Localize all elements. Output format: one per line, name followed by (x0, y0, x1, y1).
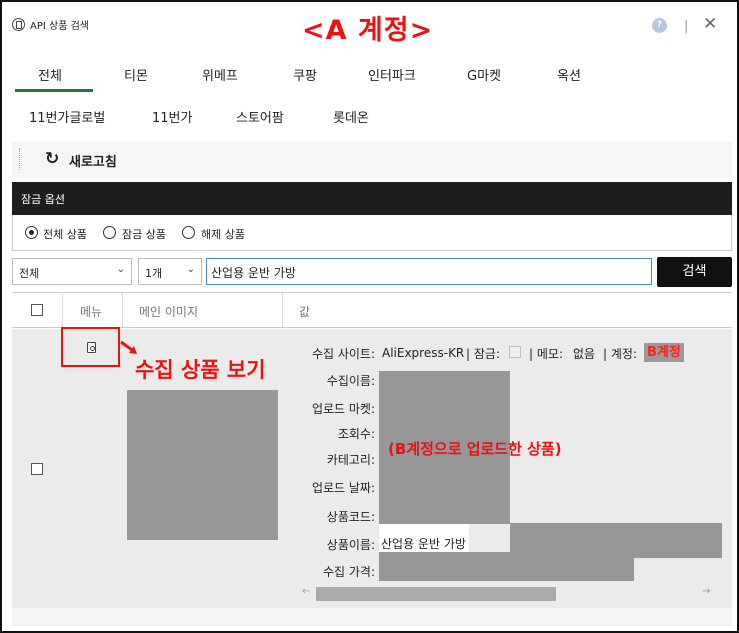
active-tab-indicator (15, 89, 93, 92)
lock-options-group: 전체 상품 잠금 상품 해제 상품 (12, 215, 732, 251)
field-value-collect-site: AliExpress-KR (382, 346, 465, 360)
memo-label: | 메모: (529, 347, 563, 361)
horizontal-scrollbar[interactable]: ← → (300, 584, 720, 604)
radio-locked-products-label[interactable]: 잠금 상품 (122, 226, 166, 242)
chevron-down-icon: ⌄ (186, 264, 195, 275)
app-logo-icon (12, 18, 25, 31)
field-label-collect-site: 수집 사이트: (311, 347, 375, 361)
titlebar-separator: | (684, 19, 689, 34)
field-label-upload-date: 업로드 날짜: (311, 481, 375, 495)
account-label: | 계정: (603, 347, 637, 361)
product-main-image (127, 390, 278, 540)
window-title: API 상품 검색 (30, 21, 89, 32)
field-label-views: 조회수: (337, 427, 375, 441)
column-divider (282, 293, 283, 327)
radio-unlocked-products[interactable] (182, 226, 195, 239)
refresh-icon[interactable]: ↻ (45, 149, 59, 169)
upload-note-annotation: (B계정으로 업로드한 상품) (388, 440, 562, 458)
lock-checkbox[interactable] (509, 346, 521, 358)
tab-11st[interactable]: 11번가 (152, 107, 192, 126)
tab-wemakeprice[interactable]: 위메프 (202, 65, 238, 84)
radio-all-products-label[interactable]: 전체 상품 (43, 226, 87, 242)
close-icon[interactable]: ✕ (703, 14, 717, 34)
tab-11st-global[interactable]: 11번가글로벌 (29, 107, 105, 126)
scroll-left-arrow-icon[interactable]: ← (302, 586, 310, 597)
scroll-right-arrow-icon[interactable]: → (702, 586, 710, 597)
field-label-product-name: 상품이름: (326, 538, 375, 552)
table-header: 메뉴 메인 이미지 값 (12, 292, 732, 328)
column-divider (62, 293, 63, 327)
toolbar: ↻ 새로고침 (12, 142, 732, 178)
column-header-menu: 메뉴 (80, 305, 103, 319)
tab-interpark[interactable]: 인터파크 (368, 65, 416, 84)
field-value-product-name: 산업용 운반 가방 (379, 524, 469, 552)
field-label-collect-name: 수집이름: (326, 374, 375, 388)
lock-label: | 잠금: (466, 347, 500, 361)
help-icon[interactable]: ? (652, 18, 667, 33)
field-label-upload-market: 업로드 마켓: (311, 402, 375, 416)
tab-gmarket[interactable]: G마켓 (467, 65, 501, 84)
field-label-category: 카테고리: (326, 453, 375, 467)
row-checkbox[interactable] (31, 463, 43, 475)
view-collected-product-icon[interactable] (87, 342, 96, 353)
column-header-main-image: 메인 이미지 (139, 305, 199, 319)
memo-value: 없음 (573, 347, 596, 361)
title-bar: API 상품 검색 <A 계정> ? | ✕ (2, 2, 737, 50)
radio-locked-products[interactable] (103, 226, 116, 239)
field-label-collect-price: 수집 가격: (322, 565, 375, 579)
scrollbar-thumb[interactable] (316, 587, 556, 601)
tab-coupang[interactable]: 쿠팡 (293, 65, 317, 84)
chevron-down-icon: ⌄ (116, 264, 125, 275)
column-divider (122, 293, 123, 327)
radio-all-products[interactable] (25, 226, 38, 239)
account-a-annotation: <A 계정> (302, 15, 434, 46)
tab-tmon[interactable]: 티몬 (124, 65, 148, 84)
table-footer-space (12, 608, 732, 626)
field-label-product-code: 상품코드: (326, 510, 375, 524)
count-select[interactable]: 1개 ⌄ (138, 258, 202, 285)
filter-select[interactable]: 전체 ⌄ (12, 258, 132, 285)
account-value: B계정 (644, 343, 684, 362)
search-button[interactable]: 검색 (657, 257, 732, 287)
tab-storefarm[interactable]: 스토어팜 (236, 107, 284, 126)
refresh-button[interactable]: 새로고침 (69, 151, 117, 170)
lock-options-header: 잠금 옵션 (12, 182, 732, 215)
radio-unlocked-products-label[interactable]: 해제 상품 (201, 226, 245, 242)
toolbar-grip (19, 148, 20, 170)
collect-view-annotation: 수집 상품 보기 (135, 358, 266, 382)
app-window: API 상품 검색 <A 계정> ? | ✕ 전체 티몬 위메프 쿠팡 인터파크… (0, 0, 739, 633)
lock-options-title: 잠금 옵션 (21, 193, 65, 206)
column-header-value: 값 (299, 305, 311, 319)
select-all-checkbox[interactable] (31, 304, 43, 316)
tab-auction[interactable]: 옥션 (557, 65, 581, 84)
redacted-collect-price (379, 552, 634, 581)
filter-select-value: 전체 (19, 267, 40, 280)
count-select-value: 1개 (145, 267, 163, 280)
tab-all[interactable]: 전체 (38, 65, 62, 84)
tab-lotteon[interactable]: 롯데온 (333, 107, 369, 126)
search-input[interactable]: 산업용 운반 가방 (206, 258, 652, 285)
